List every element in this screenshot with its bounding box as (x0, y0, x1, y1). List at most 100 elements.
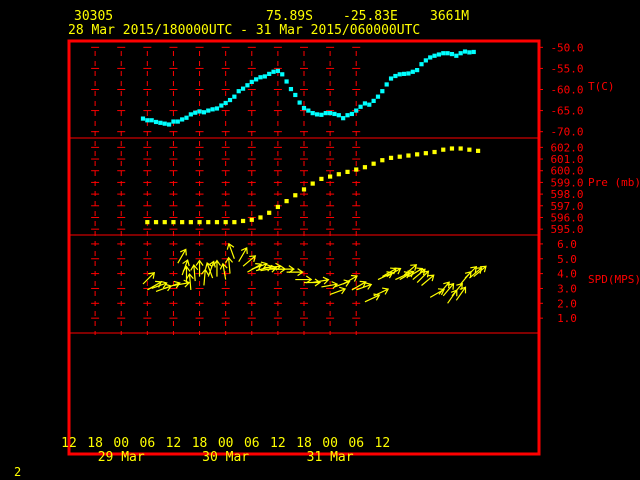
pressure-point (388, 155, 394, 160)
temperature-point (384, 82, 389, 87)
y-axis-label: Pre (mb) (588, 176, 640, 189)
temperature-point (240, 86, 246, 91)
x-tick-label: 18 (296, 436, 312, 451)
temperature-point (449, 51, 455, 57)
wind-arrow (242, 255, 257, 267)
temperature-point (180, 117, 185, 122)
x-tick-label: 18 (87, 436, 103, 451)
pressure-point (301, 187, 307, 192)
pressure-point (319, 176, 324, 182)
temperature-point (423, 58, 428, 63)
temperature-point (445, 51, 450, 56)
temperature-point (249, 79, 254, 85)
temperature-point (284, 79, 289, 84)
temperature-point (214, 106, 220, 111)
wind-arrow (442, 282, 455, 297)
pressure-point (345, 169, 350, 174)
temperature-point (323, 111, 328, 116)
temperature-point (462, 49, 468, 54)
temperature-point (358, 104, 363, 109)
temperature-point (415, 68, 420, 73)
y-tick-label: -50.0 (550, 41, 583, 54)
temperature-point (227, 97, 233, 103)
temperature-point (454, 53, 459, 58)
pressure-point (449, 146, 455, 151)
temperature-point (367, 102, 372, 107)
temperature-point (236, 89, 241, 94)
pressure-point (145, 220, 150, 225)
temperature-point (293, 92, 298, 98)
y-tick-label: 595.0 (550, 223, 583, 236)
temperature-point (271, 69, 276, 74)
wind-arrow (342, 274, 358, 285)
temperature-point (397, 72, 402, 77)
temperature-point (380, 89, 385, 94)
pressure-point (293, 193, 298, 198)
temperature-point (319, 112, 324, 117)
temperature-point (162, 121, 167, 126)
temperature-point (145, 118, 150, 123)
temperature-point (332, 111, 337, 117)
pressure-point (162, 220, 167, 225)
temperature-point (328, 111, 333, 116)
temperature-point (140, 116, 146, 121)
wind-arrow (438, 281, 450, 295)
pressure-point (249, 217, 254, 222)
pressure-point (336, 172, 341, 177)
x-tick-label: 00 (218, 436, 234, 451)
temperature-point (267, 71, 272, 76)
wind-arrow (377, 271, 394, 281)
pressure-point (458, 146, 463, 151)
temperature-point (436, 52, 442, 57)
y-tick-label: 2.0 (557, 297, 577, 310)
x-tick-label: 00 (113, 436, 129, 451)
pressure-point (197, 220, 202, 225)
pressure-point (267, 210, 272, 215)
y-tick-label: -70.0 (550, 126, 583, 139)
pressure-point (171, 220, 176, 225)
temperature-point (288, 86, 294, 92)
temperature-point (467, 50, 472, 55)
temperature-point (375, 94, 381, 99)
pressure-point (258, 215, 263, 220)
pressure-point (206, 220, 211, 225)
temperature-point (371, 98, 376, 103)
wind-panel: 1.0 2.0 3.04.0 5.0 6.0 SPD(MPS) (142, 238, 640, 325)
temperature-point (297, 100, 302, 105)
pressure-point (180, 220, 185, 225)
wind-arrow (200, 268, 209, 286)
temperature-point (245, 83, 250, 88)
y-axis-label: T(C) (588, 80, 615, 93)
temperature-point (441, 51, 446, 56)
temperature-point (428, 55, 433, 60)
y-tick-label: -65.0 (550, 105, 583, 118)
station-id: 30305 (74, 9, 114, 24)
pressure-point (284, 199, 289, 204)
wind-arrow (373, 287, 390, 297)
y-tick-label: 6.0 (557, 238, 577, 251)
y-tick-label: -60.0 (550, 84, 583, 97)
temperature-point (458, 51, 463, 56)
x-tick-label: 18 (192, 436, 208, 451)
temperature-point (166, 122, 172, 127)
wind-arrow (238, 246, 248, 263)
temperature-point (201, 110, 207, 115)
temperature-point (275, 68, 280, 74)
temperature-point (406, 71, 411, 76)
pressure-point (153, 220, 159, 225)
temperature-point (262, 74, 267, 79)
temperature-point (223, 100, 228, 106)
wind-arrow (226, 242, 235, 259)
wind-arrow (364, 293, 381, 303)
temperature-point (175, 119, 180, 124)
temperature-point (171, 119, 176, 124)
pressure-point (415, 152, 420, 157)
wind-arrow (219, 262, 228, 280)
temperature-point (388, 76, 394, 81)
x-date-label: 31 Mar (307, 450, 354, 465)
station-longitude: -25.83E (343, 9, 398, 24)
pressure-point (188, 220, 193, 225)
temperature-point (158, 120, 163, 125)
meteogram-chart: -50.0 -55.0 -60.0 -65.0 -70.0 T(C) 602.0601.0… (61, 39, 640, 465)
pressure-point (432, 149, 437, 155)
